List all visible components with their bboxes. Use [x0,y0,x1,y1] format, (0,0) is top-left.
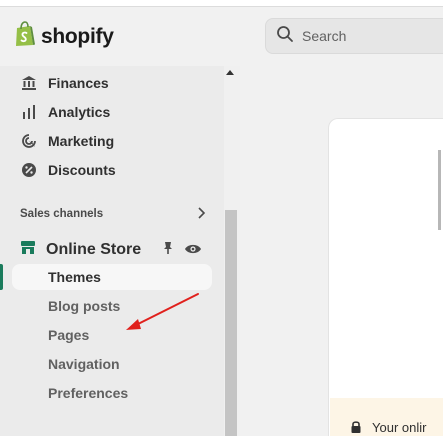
search-placeholder: Search [302,28,347,44]
search-icon [276,25,294,48]
sidebar-subitem-navigation[interactable]: Navigation [48,351,120,377]
scroll-up-arrow-icon[interactable] [226,70,234,75]
store-icon [20,239,36,260]
shopify-logo[interactable]: shopify [14,21,114,52]
store-status-banner[interactable]: Your onlir [330,398,443,436]
sidebar-item-label: Discounts [48,161,116,178]
target-icon [20,132,38,150]
eye-icon[interactable] [184,242,202,260]
sidebar-subitem-blog-posts[interactable]: Blog posts [48,293,120,319]
lock-icon [350,420,362,436]
sidebar-item-marketing[interactable]: Marketing [0,126,216,155]
sidebar-subitem-themes[interactable]: Themes [48,264,101,290]
sidebar-item-label: Online Store [46,240,142,258]
brand-name: shopify [41,24,114,48]
sidebar-item-label: Analytics [48,103,111,120]
shopping-bag-icon [14,21,36,52]
banner-text: Your onlir [372,420,427,435]
search-input[interactable]: Search [265,18,443,54]
sidebar-item-label: Marketing [48,132,115,149]
sales-channels-header[interactable]: Sales channels [20,206,206,222]
pin-icon[interactable] [162,241,174,260]
bank-icon [20,74,38,92]
sidebar-item-label: Finances [48,74,109,91]
content-panel [328,118,443,436]
sidebar-subitem-preferences[interactable]: Preferences [48,380,128,406]
sidebar-subitem-pages[interactable]: Pages [48,322,89,348]
window-top-strip [0,0,443,7]
sidebar-item-online-store[interactable]: Online Store [12,235,212,264]
chevron-right-icon[interactable] [196,206,206,222]
section-title: Sales channels [20,208,104,220]
sidebar-item-discounts[interactable]: Discounts [0,155,216,184]
top-bar: shopify Search [0,0,443,66]
active-item-highlight [12,264,212,290]
bar-chart-icon [20,103,38,121]
scrollbar-thumb[interactable] [225,210,237,436]
sidebar-item-finances[interactable]: Finances [0,68,216,97]
discount-icon [20,161,38,179]
sidebar-item-analytics[interactable]: Analytics [0,97,216,126]
panel-scroll-indicator [438,150,441,230]
active-item-indicator [0,264,3,290]
